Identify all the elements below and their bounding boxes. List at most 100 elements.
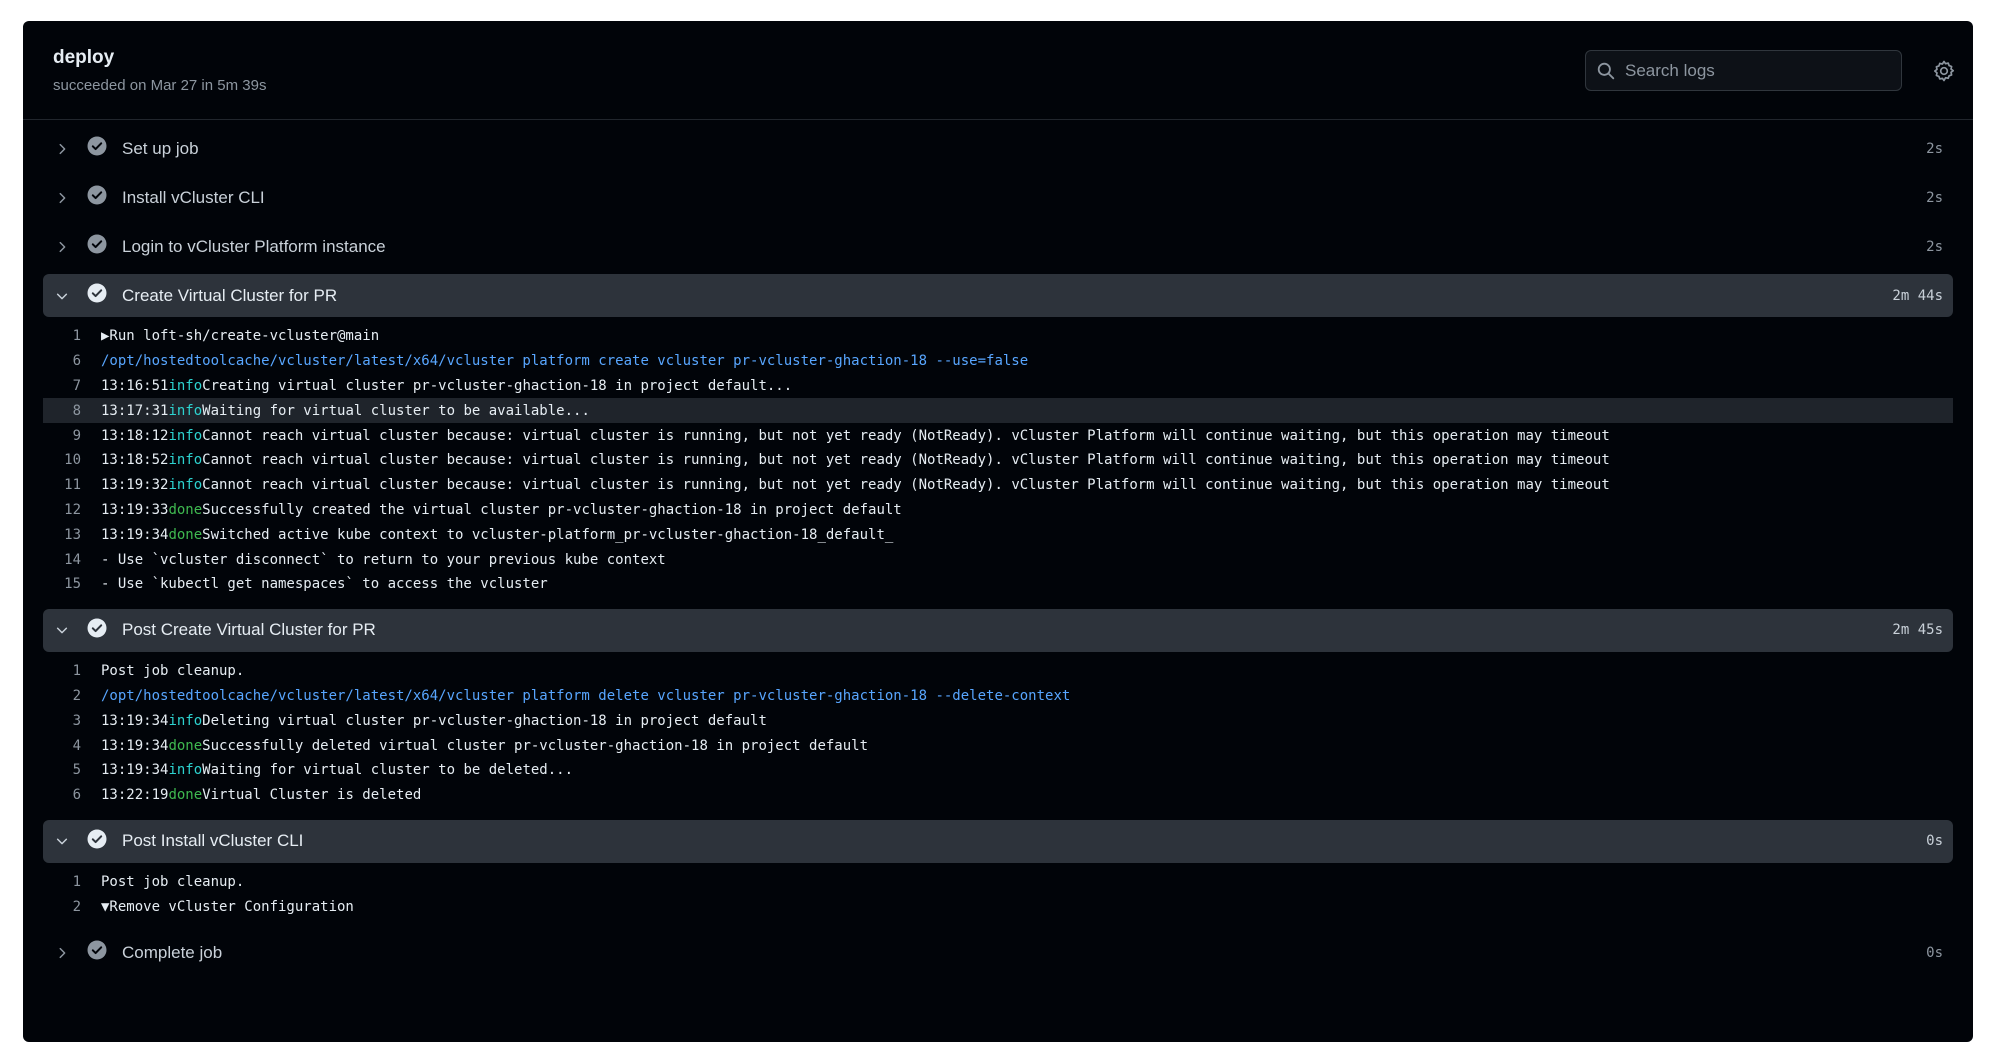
step-duration: 2s [1926, 189, 1943, 206]
log-timestamp: 13:18:12 [101, 427, 169, 444]
log-text: Post job cleanup. [101, 873, 245, 890]
search-logs-input[interactable]: Search logs [1585, 50, 1902, 91]
line-number[interactable]: 7 [43, 378, 101, 394]
check-circle-icon [73, 234, 107, 259]
line-number[interactable]: 4 [43, 738, 101, 754]
job-status-text: succeeded on Mar 27 in 5m 39s [53, 77, 267, 94]
log-text: - Use `vcluster disconnect` to return to… [101, 551, 666, 568]
line-number[interactable]: 11 [43, 477, 101, 493]
line-number[interactable]: 15 [43, 576, 101, 592]
line-number[interactable]: 9 [43, 428, 101, 444]
log-line[interactable]: 13 13:19:34 done Switched active kube con… [43, 522, 1953, 547]
log-text: Cannot reach virtual cluster because: vi… [202, 477, 1610, 494]
line-number[interactable]: 10 [43, 452, 101, 468]
line-number[interactable]: 2 [43, 899, 101, 915]
step-row[interactable]: Create Virtual Cluster for PR 2m 44s [43, 274, 1953, 317]
step-row[interactable]: Login to vCluster Platform instance 2s [43, 225, 1953, 268]
chevron-right-icon[interactable] [51, 240, 73, 254]
log-level: info [168, 427, 203, 444]
chevron-right-icon[interactable] [51, 191, 73, 205]
line-number[interactable]: 13 [43, 527, 101, 543]
line-number[interactable]: 12 [43, 502, 101, 518]
log-line[interactable]: 7 13:16:51 info Creating virtual cluster … [43, 374, 1953, 399]
step-name: Complete job [122, 942, 223, 962]
step-row[interactable]: Complete job 0s [43, 931, 1953, 974]
log-line[interactable]: 10 13:18:52 info Cannot reach virtual clu… [43, 448, 1953, 473]
log-timestamp: 13:18:52 [101, 452, 169, 469]
line-number[interactable]: 6 [43, 353, 101, 369]
line-number[interactable]: 14 [43, 552, 101, 568]
log-level: done [168, 501, 203, 518]
step-name: Install vCluster CLI [122, 187, 265, 207]
step-log: 1 ▶Run loft-sh/create-vcluster@main 6/opt/… [43, 324, 1953, 597]
log-line[interactable]: 6 13:22:19 done Virtual Cluster is delete… [43, 783, 1953, 808]
search-placeholder: Search logs [1625, 60, 1715, 80]
log-line[interactable]: 6/opt/hostedtoolcache/vcluster/latest/x6… [43, 349, 1953, 374]
check-circle-icon [73, 829, 107, 854]
log-level: done [168, 787, 203, 804]
chevron-down-icon[interactable] [51, 623, 73, 637]
log-line[interactable]: 12 13:19:33 done Successfully created the… [43, 498, 1953, 523]
step-log: 1 Post job cleanup. 2 ▼Remove vCluster Conf… [43, 870, 1953, 920]
line-number[interactable]: 6 [43, 787, 101, 803]
check-circle-icon [73, 283, 107, 308]
log-line[interactable]: 4 13:19:34 done Successfully deleted virt… [43, 733, 1953, 758]
log-line[interactable]: 14- Use `vcluster disconnect` to return … [43, 547, 1953, 572]
job-header: deploy succeeded on Mar 27 in 5m 39s Sea… [23, 21, 1973, 120]
log-line[interactable]: 9 13:18:12 info Cannot reach virtual clus… [43, 423, 1953, 448]
step-row[interactable]: Post Create Virtual Cluster for PR 2m 45s [43, 608, 1953, 652]
step-name: Post Install vCluster CLI [122, 831, 304, 851]
chevron-right-icon[interactable] [51, 946, 73, 960]
step-duration: 0s [1926, 944, 1943, 961]
log-text: Switched active kube context to vcluster… [202, 526, 894, 543]
step-row[interactable]: Post Install vCluster CLI 0s [43, 819, 1953, 863]
log-line[interactable]: 2/opt/hostedtoolcache/vcluster/latest/x6… [43, 684, 1953, 709]
step-duration: 2s [1926, 238, 1943, 255]
step-duration: 2m 45s [1892, 622, 1943, 639]
log-text: - Use `kubectl get namespaces` to access… [101, 576, 548, 593]
log-timestamp: 13:19:34 [101, 712, 169, 729]
log-line[interactable]: 8 13:17:31 info Waiting for virtual clust… [43, 398, 1953, 424]
step-duration: 2s [1926, 140, 1943, 157]
log-line[interactable]: 1 Post job cleanup. [43, 870, 1953, 895]
log-line[interactable]: 1 ▶Run loft-sh/create-vcluster@main [43, 324, 1953, 349]
log-level: info [168, 477, 203, 494]
step-name: Login to vCluster Platform instance [122, 236, 386, 256]
line-number[interactable]: 2 [43, 688, 101, 704]
log-line[interactable]: 2 ▼Remove vCluster Configuration [43, 894, 1953, 919]
step-duration: 0s [1926, 833, 1943, 850]
log-line[interactable]: 3 13:19:34 info Deleting virtual cluster … [43, 708, 1953, 733]
log-level: info [168, 377, 203, 394]
line-number[interactable]: 1 [43, 328, 101, 344]
log-timestamp: 13:19:33 [101, 501, 169, 518]
line-number[interactable]: 8 [43, 403, 101, 419]
chevron-right-icon[interactable] [51, 142, 73, 156]
step-name: Post Create Virtual Cluster for PR [122, 620, 376, 640]
gear-icon[interactable] [1932, 59, 1956, 83]
log-timestamp: 13:22:19 [101, 787, 169, 804]
log-line[interactable]: 1 Post job cleanup. [43, 659, 1953, 684]
line-number[interactable]: 3 [43, 713, 101, 729]
log-timestamp: 13:19:34 [101, 762, 169, 779]
log-text: ▼Remove vCluster Configuration [101, 898, 354, 915]
log-text: Creating virtual cluster pr-vcluster-gha… [202, 377, 793, 394]
line-number[interactable]: 1 [43, 874, 101, 890]
job-log-panel: deploy succeeded on Mar 27 in 5m 39s Sea… [23, 21, 1973, 1042]
line-number[interactable]: 5 [43, 762, 101, 778]
step-log: 1 Post job cleanup. 2/opt/hostedtoolcache/… [43, 659, 1953, 808]
search-icon [1597, 62, 1615, 79]
log-level: done [168, 737, 203, 754]
log-line[interactable]: 11 13:19:32 info Cannot reach virtual clu… [43, 473, 1953, 498]
log-level: done [168, 526, 203, 543]
log-line[interactable]: 15- Use `kubectl get namespaces` to acce… [43, 572, 1953, 597]
chevron-down-icon[interactable] [51, 289, 73, 303]
step-row[interactable]: Set up job 2s [43, 127, 1953, 170]
check-circle-icon [73, 136, 107, 161]
line-number[interactable]: 1 [43, 663, 101, 679]
chevron-down-icon[interactable] [51, 834, 73, 848]
check-circle-icon [73, 940, 107, 965]
log-timestamp: 13:19:34 [101, 526, 169, 543]
log-line[interactable]: 5 13:19:34 info Waiting for virtual clust… [43, 758, 1953, 783]
job-title: deploy [53, 47, 115, 68]
step-row[interactable]: Install vCluster CLI 2s [43, 176, 1953, 219]
